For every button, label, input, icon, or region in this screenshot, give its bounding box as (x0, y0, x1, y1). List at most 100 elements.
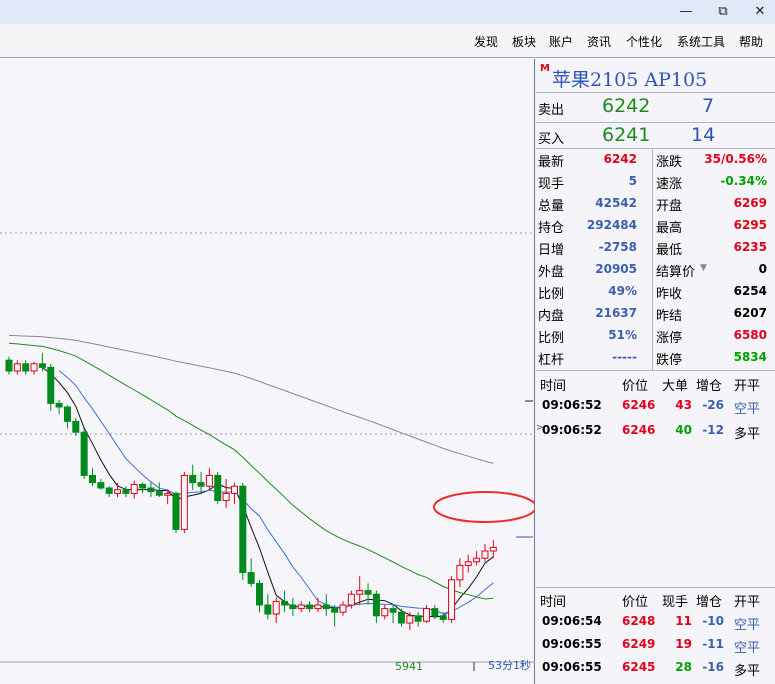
trade-time: 09:06:52 (542, 398, 602, 412)
trade-type: 多平 (734, 664, 761, 679)
stat-value: -2758 (598, 240, 637, 254)
kline-chart-svg: 5941 53分1秒 (0, 232, 535, 673)
candle-down (47, 366, 55, 404)
stat-label: 最高 (656, 221, 683, 236)
candle-down (139, 483, 147, 489)
menu-news[interactable]: 资讯 (587, 33, 611, 50)
stat-label: 现手 (538, 177, 565, 192)
stat-label: 最新 (538, 155, 565, 170)
stat-label: 最低 (656, 243, 683, 258)
candle-down (397, 611, 405, 624)
candle-down (331, 608, 339, 613)
candle-down (38, 363, 46, 368)
stat-value: ----- (612, 350, 637, 364)
stat-label: 涨跌 (656, 155, 683, 170)
trade-chg: -16 (702, 660, 724, 674)
trade-time: 09:06:55 (542, 660, 602, 674)
trade-time: 09:06:54 (542, 614, 602, 628)
stat-label: 昨收 (656, 287, 683, 302)
elapsed-time-label: 53分1秒 (488, 658, 531, 672)
row-pointer-icon: > (536, 423, 544, 433)
candle-up (272, 600, 280, 615)
bottom-price-label: 5941 (395, 660, 423, 673)
stat-value: 6254 (733, 284, 767, 298)
stat-label: 跌停 (656, 353, 683, 368)
candle-down (364, 590, 372, 595)
column-header: 增仓 (696, 379, 723, 394)
candle-down (105, 487, 113, 494)
kline-chart[interactable]: 5941 53分1秒 (0, 59, 535, 684)
buy-volume: 14 (691, 124, 716, 146)
stat-value: 6235 (733, 240, 767, 254)
candle-up (230, 485, 238, 494)
menu-discover[interactable]: 发现 (474, 33, 498, 50)
minimize-button[interactable]: — (676, 2, 696, 22)
dropdown-arrow-icon[interactable]: ▼ (700, 263, 707, 273)
candle-down (147, 487, 155, 493)
stat-value: -0.34% (720, 174, 767, 188)
stat-label: 内盘 (538, 309, 565, 324)
highlight-ellipse (433, 491, 535, 523)
restore-button[interactable]: ⧉ (713, 2, 733, 22)
quote-panel: M 苹果2105 AP105 卖出 6242 7 买入 6241 14 最新 62… (536, 59, 775, 684)
candle-down (55, 402, 63, 408)
candle-down (172, 492, 180, 530)
menu-help[interactable]: 帮助 (739, 33, 763, 50)
candle-down (264, 604, 272, 615)
stat-value: 0 (758, 262, 767, 276)
buy-label: 买入 (538, 132, 565, 147)
candle-up (423, 608, 430, 622)
candle-up (473, 557, 481, 563)
trade-chg: -12 (702, 423, 724, 437)
stat-label: 外盘 (538, 265, 565, 280)
candle-down (5, 359, 13, 372)
trade-price: 6245 (622, 660, 656, 674)
title-bar: — ⧉ ✕ (0, 0, 775, 24)
stat-value: 35/0.56% (704, 152, 767, 166)
column-header: 价位 (622, 595, 649, 610)
candle-down (239, 485, 247, 574)
candle-down (197, 482, 205, 487)
stat-value: 6242 (603, 152, 637, 166)
trade-chg: -26 (702, 398, 724, 412)
menu-system-tools[interactable]: 系统工具 (677, 33, 725, 50)
column-header: 增仓 (696, 595, 723, 610)
candle-down (72, 420, 80, 433)
stat-label: 总量 (538, 199, 565, 214)
sell-volume: 7 (702, 95, 715, 117)
candle-down (122, 489, 130, 494)
trade-type: 空平 (734, 402, 761, 417)
candle-up (356, 590, 364, 595)
menu-sectors[interactable]: 板块 (512, 33, 536, 50)
contract-title[interactable]: 苹果2105 AP105 (552, 65, 707, 92)
stat-label: 涨停 (656, 331, 683, 346)
trade-qty: 11 (675, 614, 692, 628)
stat-value: 42542 (595, 196, 637, 210)
candle-down (322, 604, 330, 610)
candle-up (464, 561, 472, 566)
trade-price: 6246 (622, 398, 656, 412)
trade-type: 多平 (734, 427, 761, 442)
candle-down (372, 593, 380, 617)
stat-value: 292484 (586, 218, 637, 232)
close-button[interactable]: ✕ (750, 2, 770, 22)
candle-down (247, 572, 255, 584)
menu-personalize[interactable]: 个性化 (626, 33, 662, 50)
candle-up (339, 604, 347, 613)
sell-price: 6242 (602, 95, 651, 117)
stat-value: 5834 (733, 350, 767, 364)
column-header: 大单 (662, 379, 689, 394)
candle-up (13, 363, 21, 372)
menu-account[interactable]: 账户 (549, 33, 573, 50)
candle-up (314, 604, 322, 610)
candle-down (214, 474, 222, 502)
trade-chg: -10 (702, 614, 724, 628)
candle-down (289, 604, 297, 610)
stat-value: 6207 (733, 306, 767, 320)
stat-label: 结算价 (656, 265, 696, 280)
candle-down (189, 474, 197, 484)
trade-price: 6246 (622, 423, 656, 437)
stat-value: 6295 (733, 218, 767, 232)
trade-time: 09:06:55 (542, 637, 602, 651)
trade-time: 09:06:52 (542, 423, 602, 437)
